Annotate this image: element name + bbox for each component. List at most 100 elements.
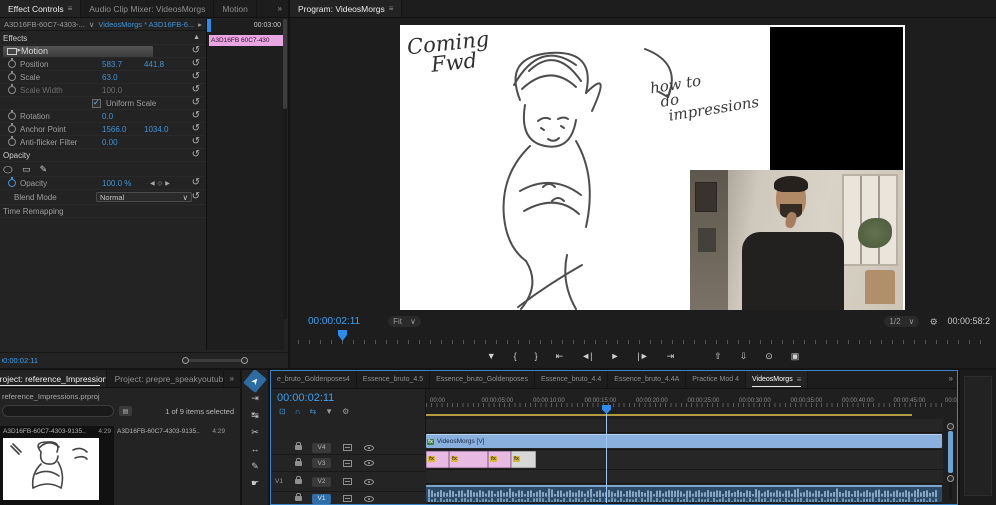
reset-parameter-icon[interactable]: ↺ — [192, 137, 200, 147]
track-name-v2[interactable]: V2 — [312, 477, 331, 487]
program-playhead[interactable] — [338, 330, 347, 341]
clip-thumbnail[interactable] — [3, 438, 99, 500]
stopwatch-icon[interactable] — [8, 179, 16, 187]
property-value[interactable]: 0.00 — [102, 138, 144, 147]
sync-lock-icon[interactable] — [343, 495, 352, 502]
track-v3-content[interactable]: fxVideosMorgs [V] — [426, 433, 943, 450]
track-output-eye-icon[interactable] — [364, 445, 374, 451]
program-mini-timeline[interactable] — [298, 332, 988, 344]
video-clip[interactable]: fxVideosMorgs [V] — [426, 434, 942, 448]
extract-button[interactable]: ⇩ — [731, 349, 757, 364]
track-v4-content[interactable] — [426, 419, 943, 433]
property-value[interactable]: 100.0 % — [102, 179, 144, 188]
effect-controls-mini-timeline[interactable]: 00:03:00 A3D16FB 60C7-430 — [206, 19, 284, 350]
audio-clip[interactable] — [426, 485, 942, 502]
source-patch-v1[interactable]: V1 — [275, 478, 283, 485]
lift-button[interactable]: ⇧ — [705, 349, 731, 364]
reset-parameter-icon[interactable]: ↺ — [192, 59, 200, 69]
reset-parameter-icon[interactable]: ↺ — [192, 178, 200, 188]
stopwatch-icon[interactable] — [8, 138, 16, 146]
zoom-handle-left[interactable] — [182, 357, 189, 364]
effect-controls-zoom-bar[interactable] — [182, 357, 248, 364]
resolution-dropdown[interactable]: 1/2∨ — [884, 316, 919, 327]
tab-overflow-icon[interactable]: » — [272, 0, 288, 17]
program-timecode[interactable]: 00:00:02:11 — [308, 316, 360, 327]
property-value[interactable]: 1034.0 — [144, 125, 186, 134]
linked-selection-icon[interactable]: ⇆ — [309, 407, 316, 416]
tab-sequence-2[interactable]: Essence_bruto_Goldenposes — [430, 371, 535, 388]
timeline-track-area[interactable]: 00:0000:00:05:0000:00:10:0000:00:15:0000… — [426, 389, 943, 504]
timeline-playhead[interactable] — [606, 413, 607, 503]
sync-lock-icon[interactable] — [343, 444, 352, 451]
tab-program-monitor[interactable]: Program: VideosMorgs ≡ — [290, 0, 402, 17]
list-view-icon[interactable]: ▤ — [119, 406, 132, 416]
track-v1-content[interactable] — [426, 470, 943, 484]
razor-tool[interactable]: ✂ — [246, 424, 264, 440]
track-lock-icon[interactable] — [295, 496, 302, 501]
stopwatch-icon[interactable] — [8, 125, 16, 133]
tab-overflow-icon[interactable]: » — [224, 370, 240, 387]
stopwatch-icon[interactable] — [8, 73, 16, 81]
effect-controls-timecode[interactable]: 00:00:02:11 — [2, 356, 38, 365]
video-clip[interactable]: fx — [511, 451, 536, 468]
prev-keyframe-icon[interactable]: ◀ — [150, 180, 155, 187]
tab-effect-controls-1[interactable]: Audio Clip Mixer: VideosMorgs — [81, 0, 214, 17]
reset-parameter-icon[interactable]: ↺ — [192, 98, 200, 108]
mark-out-button[interactable]: } — [526, 349, 547, 363]
tab-effect-controls-0[interactable]: Effect Controls≡ — [0, 0, 81, 17]
uniform-scale-checkbox[interactable] — [92, 99, 101, 108]
project-item-0[interactable]: A3D16FB-60C7-4303-9135..4:29 — [0, 426, 114, 505]
blend-mode-select[interactable]: Normal∨ — [96, 192, 192, 202]
nest-toggle-icon[interactable]: ⊡ — [279, 407, 286, 416]
sync-lock-icon[interactable] — [343, 478, 352, 485]
tab-sequence-6[interactable]: VideosMorgs≡ — [746, 371, 808, 388]
settings-wrench-icon[interactable]: ⚙ — [928, 317, 939, 325]
search-input[interactable] — [2, 405, 114, 417]
property-value[interactable]: 100.0 — [102, 86, 144, 95]
zoom-handle-right[interactable] — [241, 357, 248, 364]
pen-tool[interactable]: ✎ — [246, 458, 264, 474]
ripple-edit-tool[interactable]: ↹ — [246, 407, 264, 423]
fit-dropdown[interactable]: Fit∨ — [388, 316, 421, 327]
master-clip-name[interactable]: A3D16FB-60C7-4303-... — [4, 20, 85, 29]
track-output-eye-icon[interactable] — [364, 496, 374, 502]
add-keyframe-icon[interactable]: ◇ — [158, 180, 163, 187]
ellipse-mask-icon[interactable]: ◯ — [3, 165, 13, 174]
reset-parameter-icon[interactable]: ↺ — [192, 85, 200, 95]
sequence-clip-name[interactable]: VideosMorgs * A3D16FB-6... — [98, 20, 194, 29]
effect-group-motion[interactable]: Motion — [3, 46, 153, 57]
step-back-button[interactable]: ◄| — [572, 349, 601, 363]
rectangle-mask-icon[interactable]: ▭ — [22, 164, 31, 175]
timeline-tab-overflow[interactable]: » — [949, 374, 953, 383]
reset-parameter-icon[interactable]: ↺ — [192, 150, 200, 160]
track-name-v4[interactable]: V4 — [312, 443, 331, 453]
scroll-thumb[interactable] — [948, 431, 953, 473]
tab-sequence-0[interactable]: e_bruto_Goldenposes4 — [271, 371, 357, 388]
property-value[interactable]: 1566.0 — [102, 125, 144, 134]
mini-playhead[interactable] — [207, 19, 211, 32]
reset-parameter-icon[interactable]: ↺ — [192, 72, 200, 82]
comparison-view-button[interactable]: ▣ — [782, 349, 809, 364]
pen-mask-icon[interactable]: ✎ — [40, 164, 48, 175]
collapse-icon[interactable]: ▲ — [193, 33, 200, 43]
track-v2-content[interactable]: fxfxfxfx — [426, 450, 943, 470]
play-button[interactable]: ► — [601, 349, 628, 363]
track-lock-icon[interactable] — [295, 479, 302, 484]
tab-project-1[interactable]: Project: prepre_speakyoutube — [107, 370, 224, 387]
tab-sequence-5[interactable]: Practice Mod 4 — [686, 371, 746, 388]
panel-menu-icon[interactable]: ≡ — [797, 375, 802, 384]
expand-icon[interactable]: ▸ — [198, 20, 202, 29]
track-output-eye-icon[interactable] — [364, 460, 374, 466]
add-marker-button[interactable]: ▼ — [478, 349, 505, 363]
slip-tool[interactable]: ↔ — [246, 441, 264, 457]
reset-parameter-icon[interactable]: ↺ — [192, 192, 200, 202]
property-value[interactable]: 0.0 — [102, 112, 144, 121]
video-clip[interactable]: fx — [449, 451, 488, 468]
track-lock-icon[interactable] — [295, 445, 302, 450]
timeline-vertical-scrollbar[interactable] — [946, 423, 955, 500]
tab-sequence-4[interactable]: Essence_bruto_4.4A — [608, 371, 686, 388]
video-clip[interactable]: fx — [426, 451, 449, 468]
step-forward-button[interactable]: |► — [628, 349, 657, 363]
mini-clip-bar[interactable]: A3D16FB 60C7-430 — [209, 35, 283, 46]
tab-sequence-3[interactable]: Essence_bruto_4.4 — [535, 371, 608, 388]
